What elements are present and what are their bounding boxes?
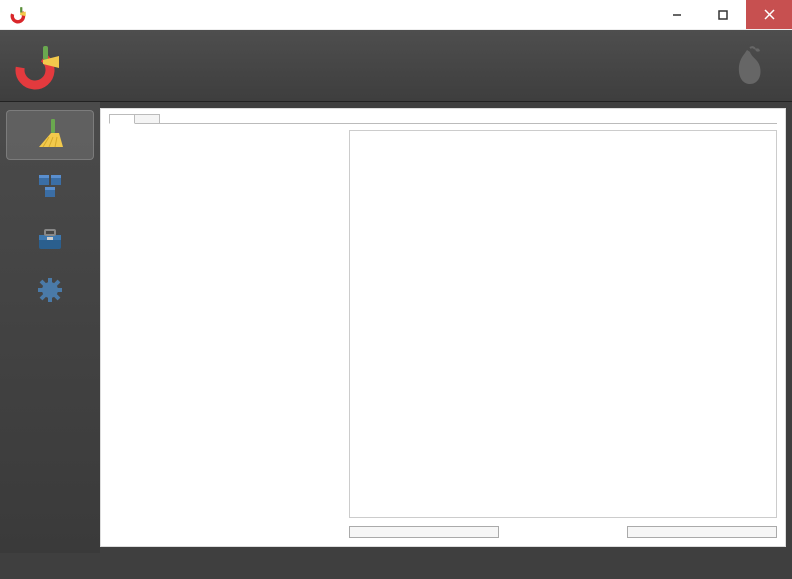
title-bar (0, 0, 792, 30)
gear-icon (32, 274, 68, 306)
run-cleaner-button[interactable] (627, 526, 777, 538)
broom-icon (32, 118, 68, 150)
cleaning-tree[interactable] (109, 130, 339, 518)
app-icon (8, 4, 30, 26)
maximize-button[interactable] (700, 0, 746, 29)
footer (0, 553, 792, 579)
tab-applications[interactable] (134, 114, 160, 124)
sidebar (0, 102, 100, 553)
piriform-pear-icon (722, 40, 772, 90)
results-pane (349, 130, 777, 518)
window-controls (654, 0, 792, 29)
sidebar-item-tools[interactable] (6, 214, 94, 264)
toolbox-icon (32, 222, 68, 254)
sidebar-item-options[interactable] (6, 266, 94, 316)
main-area (0, 102, 792, 553)
content-panel (100, 108, 786, 547)
header (0, 30, 792, 102)
tab-strip (109, 113, 777, 123)
registry-icon (32, 170, 68, 202)
ccleaner-logo-icon (14, 41, 64, 91)
sidebar-item-cleaner[interactable] (6, 110, 94, 160)
tab-windows[interactable] (109, 114, 135, 124)
sidebar-item-registry[interactable] (6, 162, 94, 212)
close-button[interactable] (746, 0, 792, 29)
analyze-button[interactable] (349, 526, 499, 538)
minimize-button[interactable] (654, 0, 700, 29)
